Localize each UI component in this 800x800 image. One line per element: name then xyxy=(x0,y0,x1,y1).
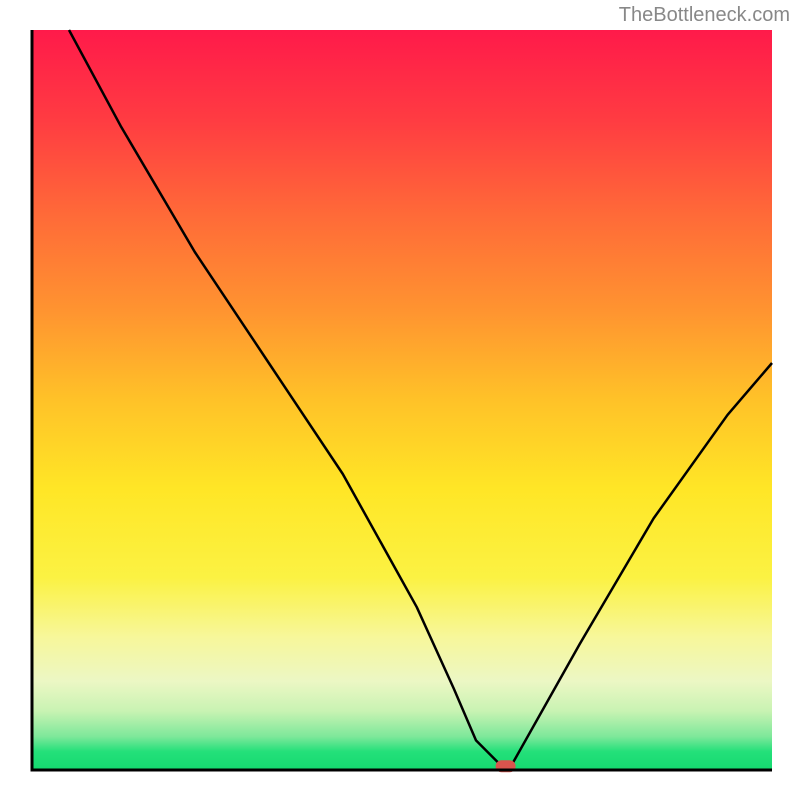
bottleneck-chart xyxy=(0,0,800,800)
plot-background xyxy=(32,30,772,770)
chart-container: TheBottleneck.com xyxy=(0,0,800,800)
watermark-text: TheBottleneck.com xyxy=(619,4,790,27)
